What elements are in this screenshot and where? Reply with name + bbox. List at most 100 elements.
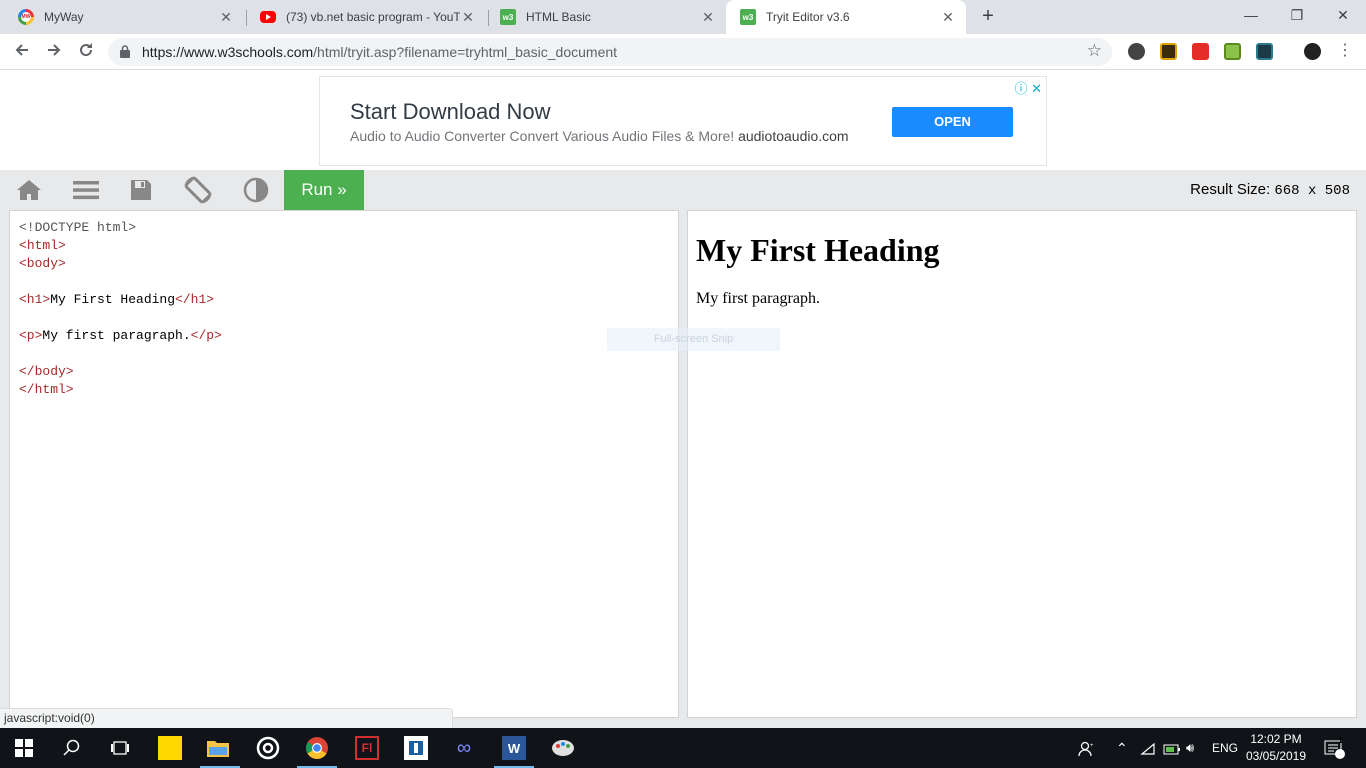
code-tag: > <box>58 238 66 253</box>
run-button[interactable]: Run » <box>284 170 364 210</box>
chrome-icon[interactable] <box>305 736 329 760</box>
w3schools-icon: w3 <box>500 9 516 25</box>
tryit-panels: <!DOCTYPE html> <html> <body> <h1>My Fir… <box>0 210 1366 728</box>
result-size-value: 668 x 508 <box>1274 183 1350 199</box>
code-editor[interactable]: <!DOCTYPE html> <html> <body> <h1>My Fir… <box>9 210 679 718</box>
reload-icon <box>80 43 93 57</box>
w3schools-icon: w3 <box>740 9 756 25</box>
close-icon[interactable]: ✕ <box>460 9 476 26</box>
result-size: Result Size: 668 x 508 <box>1190 181 1350 199</box>
code-paragraph-text: My first paragraph. <box>42 328 191 343</box>
address-bar[interactable]: https://www.w3schools.com/html/tryit.asp… <box>108 38 1112 66</box>
battery-icon[interactable] <box>1163 728 1181 768</box>
snip-overlay: Full-screen Snip <box>607 328 780 351</box>
extension-icon[interactable] <box>1128 43 1145 60</box>
start-button[interactable] <box>12 736 36 760</box>
browser-toolbar: https://www.w3schools.com/html/tryit.asp… <box>0 34 1366 70</box>
notification-count: 1 <box>1338 735 1344 745</box>
language-indicator[interactable]: ENG <box>1212 728 1238 768</box>
green-extension-icon[interactable] <box>1224 43 1241 60</box>
avatar[interactable] <box>1304 43 1321 60</box>
word-icon[interactable]: W <box>502 736 526 760</box>
search-icon <box>63 739 80 756</box>
tab-youtube[interactable]: (73) vb.net basic program - YouT ✕ <box>246 0 486 34</box>
hamburger-icon <box>73 181 99 200</box>
theme-toggle-button[interactable] <box>228 170 284 210</box>
save-button[interactable] <box>113 170 169 210</box>
groove-music-icon[interactable] <box>256 736 280 760</box>
windows-icon <box>15 739 33 757</box>
volume-icon[interactable]: 🔊︎ <box>1186 728 1194 768</box>
tab-html-basic[interactable]: w3 HTML Basic ✕ <box>486 0 726 34</box>
minimize-button[interactable]: — <box>1228 0 1274 30</box>
status-bar-link: javascript:void(0) <box>0 708 453 728</box>
url-text: https://www.w3schools.com/html/tryit.asp… <box>142 44 617 60</box>
bookmark-star-icon[interactable]: ☆ <box>1087 41 1102 61</box>
menu-button[interactable] <box>58 170 114 210</box>
terminal-extension-icon[interactable] <box>1256 43 1273 60</box>
code-tag: </html> <box>19 382 74 397</box>
flash-app-icon[interactable]: Fl <box>355 736 379 760</box>
result-frame: My First Heading My first paragraph. <box>687 210 1357 718</box>
back-button[interactable] <box>10 40 34 64</box>
ad-description: Audio to Audio Converter Convert Various… <box>350 128 849 144</box>
ad-info-icon[interactable]: ⓘ ✕ <box>1014 78 1042 97</box>
sticky-notes-icon[interactable] <box>158 736 182 760</box>
code-heading-text: My First Heading <box>50 292 176 307</box>
tab-myway[interactable]: MW MyWay ✕ <box>4 0 244 34</box>
forward-arrow-icon <box>48 44 61 56</box>
code-tag: <body> <box>19 256 66 271</box>
tab-title: (73) vb.net basic program - YouT <box>286 10 460 24</box>
contrast-icon <box>243 177 269 203</box>
home-button[interactable] <box>1 170 57 210</box>
ad-description-text: Audio to Audio Converter Convert Various… <box>350 128 735 144</box>
ad-open-button[interactable]: OPEN <box>892 107 1013 137</box>
people-icon[interactable]: + <box>1078 728 1096 768</box>
page-content: Start Download Now Audio to Audio Conver… <box>0 70 1366 728</box>
code-tag: </h1> <box>175 292 215 307</box>
restore-button[interactable]: ❐ <box>1274 0 1320 30</box>
file-explorer-icon[interactable] <box>206 736 230 760</box>
forward-button[interactable] <box>42 40 66 64</box>
notification-center-icon[interactable]: 1 <box>1324 728 1346 768</box>
task-view-icon <box>111 741 129 755</box>
tab-title: Tryit Editor v3.6 <box>766 10 850 24</box>
code-doctype: <!DOCTYPE html> <box>19 220 137 235</box>
paint-app-icon[interactable] <box>551 736 575 760</box>
youtube-extension-icon[interactable] <box>1192 43 1209 60</box>
ad-domain: audiotoaudio.com <box>738 128 849 144</box>
result-heading: My First Heading <box>696 232 940 268</box>
home-icon <box>17 180 41 200</box>
infinity-app-icon[interactable]: ∞ <box>452 736 476 760</box>
save-icon <box>131 180 151 200</box>
tryit-toolbar: Run » Result Size: 668 x 508 <box>0 170 1366 210</box>
tab-tryit-editor[interactable]: w3 Tryit Editor v3.6 ✕ <box>726 0 966 34</box>
close-icon[interactable]: ✕ <box>218 9 234 26</box>
app-icon[interactable] <box>404 736 428 760</box>
wifi-icon[interactable] <box>1140 728 1156 768</box>
advertisement-banner[interactable]: Start Download Now Audio to Audio Conver… <box>319 76 1047 166</box>
task-view-button[interactable] <box>108 736 132 760</box>
browser-menu-icon[interactable]: ⋮ <box>1337 42 1353 60</box>
chevron-up-icon[interactable]: ⌃ <box>1116 728 1128 768</box>
tab-strip: MW MyWay ✕ (73) vb.net basic program - Y… <box>0 0 1366 34</box>
reload-button[interactable] <box>74 40 98 64</box>
close-icon[interactable]: ✕ <box>700 9 716 26</box>
back-arrow-icon <box>15 44 28 56</box>
close-window-button[interactable]: ✕ <box>1320 0 1366 30</box>
search-button[interactable] <box>60 736 84 760</box>
film-extension-icon[interactable] <box>1160 43 1177 60</box>
clock[interactable]: 12:02 PM 03/05/2019 <box>1240 731 1312 765</box>
ad-title[interactable]: Start Download Now <box>350 99 551 125</box>
code-tag: html <box>26 238 59 253</box>
rotate-layout-button[interactable] <box>170 170 226 210</box>
rotate-icon <box>184 176 212 204</box>
youtube-icon <box>260 11 276 23</box>
close-icon[interactable]: ✕ <box>940 9 956 26</box>
new-tab-button[interactable]: + <box>976 4 1000 28</box>
svg-text:+: + <box>1090 743 1094 749</box>
url-path: /html/tryit.asp?filename=tryhtml_basic_d… <box>313 44 618 60</box>
code-tag: </body> <box>19 364 74 379</box>
code-tag: </p> <box>190 328 222 343</box>
tab-title: HTML Basic <box>526 10 591 24</box>
